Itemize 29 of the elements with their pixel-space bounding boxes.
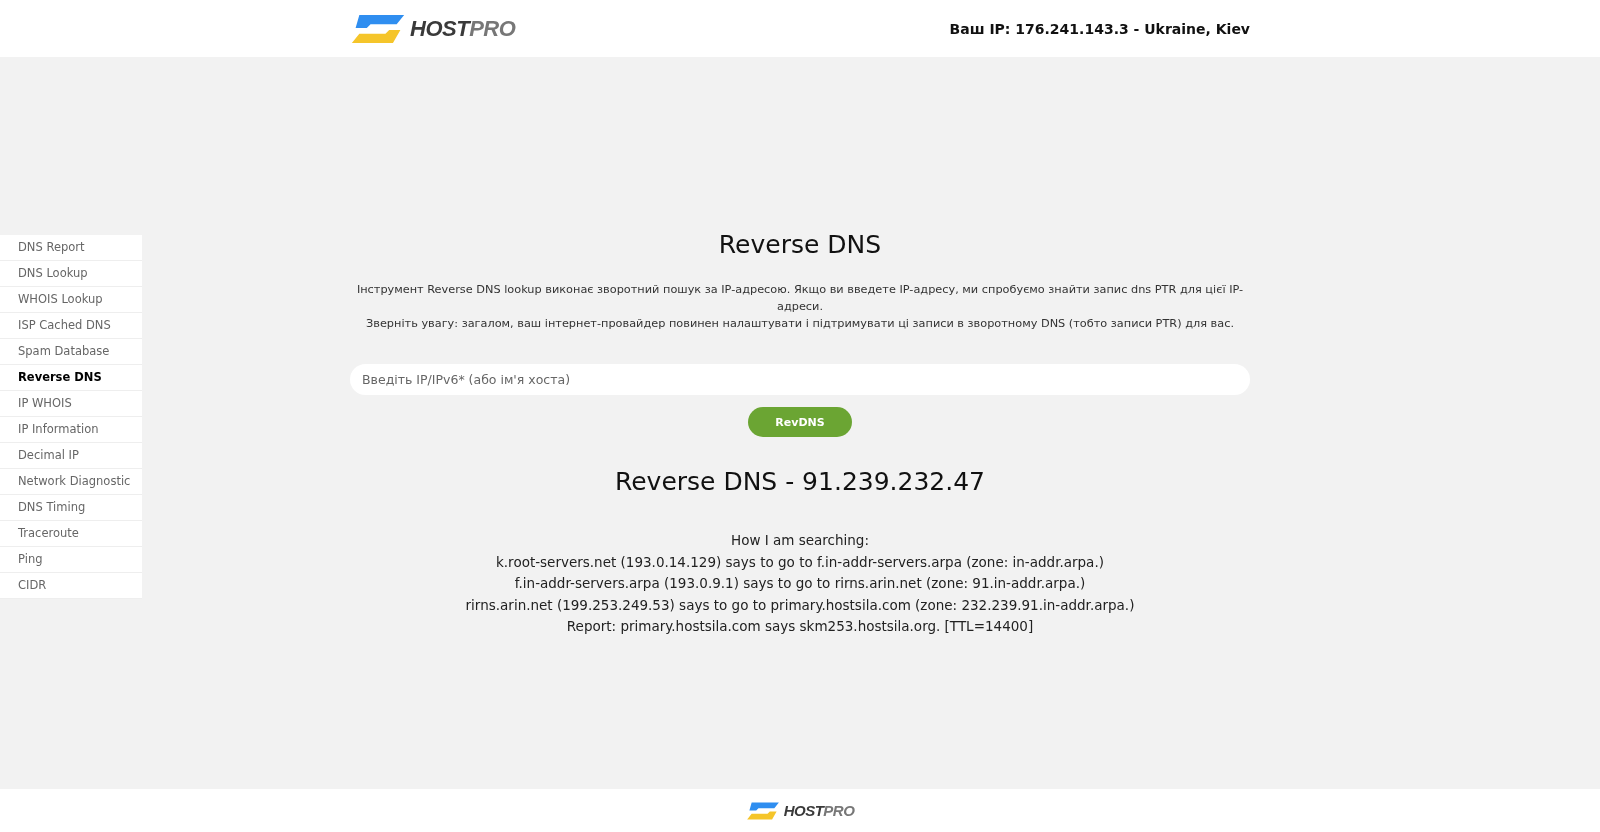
sidebar-item[interactable]: Reverse DNS xyxy=(0,365,142,391)
result-title: Reverse DNS - 91.239.232.47 xyxy=(614,467,986,496)
sidebar-item[interactable]: DNS Report xyxy=(0,235,142,261)
result-line: k.root-servers.net (193.0.14.129) says to go to f.in-addr-servers.arpa (zone: in-addr.arpa.) xyxy=(495,552,1105,572)
sidebar-item[interactable]: CIDR xyxy=(0,573,142,599)
sidebar-item[interactable]: ISP Cached DNS xyxy=(0,313,142,339)
sidebar-item[interactable]: Traceroute xyxy=(0,521,142,547)
logo-icon xyxy=(350,12,406,45)
logo-icon xyxy=(745,800,780,821)
sidebar-item[interactable]: IP Information xyxy=(0,417,142,443)
description-text: Зверніть увагу: загалом, ваш інтернет-провайдер повинен налаштувати і підтримувати ці записи в зворотному DNS (тобто записи PTR) для вас. xyxy=(365,316,1235,332)
result-line: rirns.arin.net (199.253.249.53) says to go to primary.hostsila.com (zone: 232.239.91.in-addr.arpa.) xyxy=(465,595,1135,615)
page-title: Reverse DNS xyxy=(718,230,882,259)
description-text: Інструмент Reverse DNS lookup виконає зворотний пошук за IP-адресою. Якщо ви введете IP-адресу, ми спробуємо знайти запис dns PTR для цієї IP-адреси. xyxy=(355,282,1245,315)
sidebar-item[interactable]: Spam Database xyxy=(0,339,142,365)
logo-wordmark: HOSTPRO xyxy=(783,802,855,819)
sidebar-item[interactable]: Decimal IP xyxy=(0,443,142,469)
result-line: Report: primary.hostsila.com says skm253.hostsila.org. [TTL=14400] xyxy=(565,617,1035,636)
sidebar-item[interactable]: DNS Timing xyxy=(0,495,142,521)
logo-wordmark: HOSTPRO xyxy=(410,15,516,42)
result-line: f.in-addr-servers.arpa (193.0.9.1) says to go to rirns.arin.net (zone: 91.in-addr.arpa.) xyxy=(513,574,1087,593)
search-field[interactable]: Введіть IP/IPv6* (або ім'я хоста) xyxy=(350,364,1250,395)
result-line: How I am searching: xyxy=(730,531,870,550)
sidebar-item[interactable]: IP WHOIS xyxy=(0,391,142,417)
sidebar-item[interactable]: Network Diagnostic xyxy=(0,469,142,495)
sidebar-item[interactable]: DNS Lookup xyxy=(0,261,142,287)
sidebar-item[interactable]: Ping xyxy=(0,547,142,573)
ip-info: Ваш IP: 176.241.143.3 - Ukraine, Kiev xyxy=(949,20,1250,37)
sidebar-item[interactable]: WHOIS Lookup xyxy=(0,287,142,313)
